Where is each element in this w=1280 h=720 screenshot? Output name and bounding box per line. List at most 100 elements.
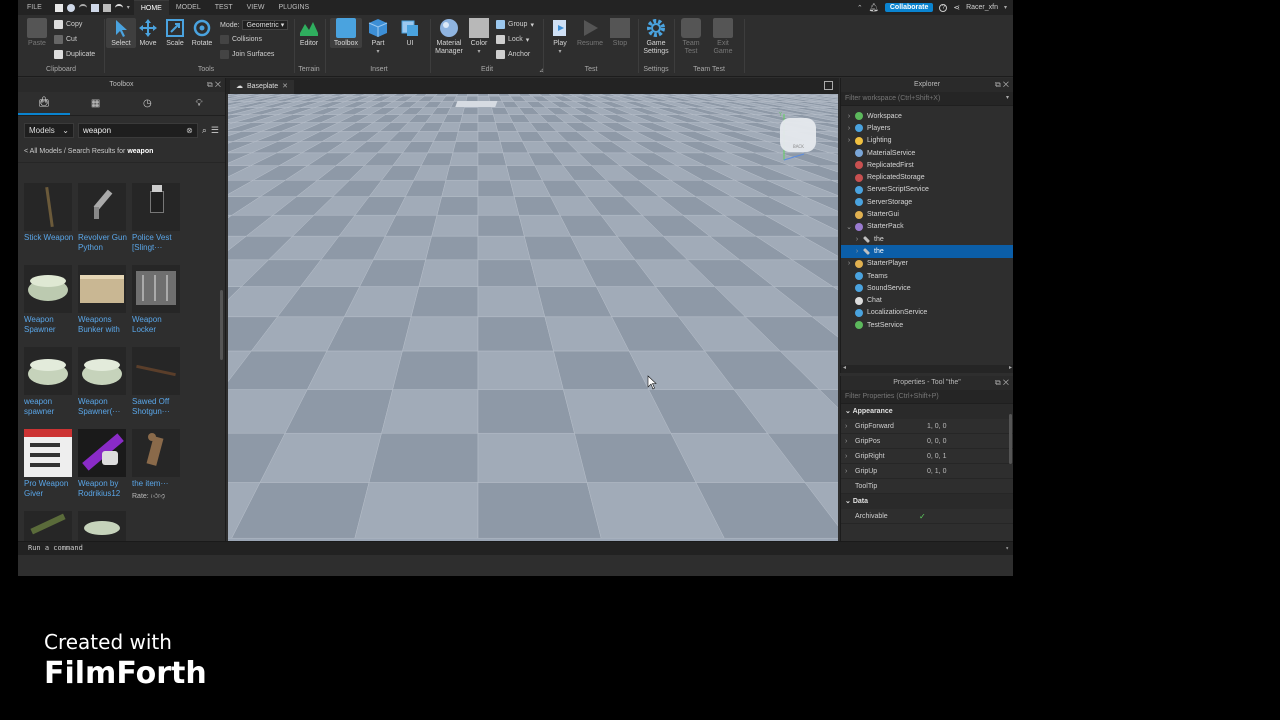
scale-button[interactable]: Scale (160, 18, 190, 48)
filter-icon[interactable]: ☰ (211, 125, 219, 136)
close-icon[interactable]: ✕ (1003, 378, 1009, 387)
property-value[interactable]: 0, 0, 0 (927, 438, 1013, 445)
tab-home[interactable]: HOME (133, 0, 169, 15)
explorer-item[interactable]: › Workspace (841, 110, 1013, 122)
play-button[interactable]: Play ▾ (545, 18, 575, 56)
undock-icon[interactable]: ⧉ (207, 80, 213, 89)
toolbox-scrollbar[interactable] (220, 290, 223, 360)
collaborate-button[interactable]: Collaborate (884, 3, 934, 12)
explorer-item[interactable]: › Lighting (841, 135, 1013, 147)
model-item[interactable]: Weapons Bunker with (78, 265, 130, 345)
search-input[interactable]: weapon ⊗ (78, 122, 198, 138)
chevron-right-icon[interactable]: › (845, 125, 853, 132)
chevron-right-icon[interactable]: › (845, 113, 853, 120)
mode-dropdown[interactable]: Geometric ▾ (242, 20, 289, 30)
close-icon[interactable]: ✕ (215, 80, 221, 89)
model-item[interactable]: Police Vest [Slingt··· (132, 183, 184, 263)
rotate-button[interactable]: Rotate (187, 18, 217, 48)
explorer-item[interactable]: MaterialService (841, 147, 1013, 159)
share-icon[interactable]: ⋖ (953, 3, 960, 12)
explorer-item[interactable]: Chat (841, 294, 1013, 306)
undock-icon[interactable]: ⧉ (995, 378, 1001, 387)
property-value[interactable]: 0, 1, 0 (927, 468, 1013, 475)
undo-dropdown-icon[interactable]: ▾ (127, 4, 130, 11)
select-button[interactable]: Select (106, 18, 136, 48)
mode-selector[interactable]: Mode: Geometric ▾ (220, 20, 289, 30)
model-item[interactable]: Stick Weapon (24, 183, 76, 263)
explorer-item[interactable]: ReplicatedFirst (841, 159, 1013, 171)
chevron-right-icon[interactable]: › (841, 468, 849, 475)
explorer-item[interactable]: › StarterPlayer (841, 258, 1013, 270)
publish-icon[interactable] (66, 3, 75, 12)
spawn-location[interactable] (455, 101, 498, 107)
explorer-item[interactable]: SoundService (841, 282, 1013, 294)
lock-button[interactable]: Lock ▾ (496, 35, 529, 44)
play-dropdown-icon[interactable]: ▾ (545, 48, 575, 56)
filter-dropdown-icon[interactable]: ▾ (1006, 94, 1009, 101)
notification-bell-icon[interactable]: 🔔︎ (869, 3, 879, 12)
scroll-right-icon[interactable]: ▸ (1009, 364, 1012, 371)
model-item[interactable]: Pro Weapon Giver (24, 429, 76, 509)
model-item[interactable]: Weapon Locker (132, 265, 184, 345)
properties-scrollbar[interactable] (1009, 414, 1012, 464)
close-tab-icon[interactable]: ✕ (282, 80, 288, 94)
property-row[interactable]: › GripForward 1, 0, 0 (841, 419, 1013, 434)
tab-marketplace[interactable]: 👜︎ (18, 92, 70, 115)
3d-viewport[interactable]: BACK Y (228, 94, 838, 541)
cut-button[interactable]: Cut (54, 35, 77, 44)
clear-search-icon[interactable]: ⊗ (186, 126, 193, 135)
tab-creations[interactable]: 💡︎ (173, 92, 225, 115)
model-item[interactable]: weapon spawner (24, 347, 76, 427)
username[interactable]: Racer_xfn (966, 4, 998, 11)
properties-filter-input[interactable]: Filter Properties (Ctrl+Shift+P) (841, 390, 1013, 404)
copy-button[interactable]: Copy (54, 20, 82, 29)
anchor-button[interactable]: Anchor (496, 50, 530, 59)
collapse-ribbon-icon[interactable]: ⌃ (857, 4, 863, 12)
color-button[interactable]: Color ▾ (464, 18, 494, 56)
close-icon[interactable]: ✕ (1003, 80, 1009, 89)
thumbs-up-icon[interactable]: 👍︎ (151, 493, 158, 500)
move-button[interactable]: Move (133, 18, 163, 48)
tab-baseplate[interactable]: ☁ Baseplate ✕ (230, 80, 295, 94)
tab-view[interactable]: VIEW (240, 0, 272, 15)
tab-test[interactable]: TEST (208, 0, 240, 15)
undock-icon[interactable]: ⧉ (995, 80, 1001, 89)
explorer-item[interactable]: ReplicatedStorage (841, 171, 1013, 183)
explorer-item[interactable]: › the (841, 233, 1013, 245)
tab-model[interactable]: MODEL (169, 0, 208, 15)
paste-button[interactable]: Paste (22, 18, 52, 48)
explorer-item[interactable]: TestService (841, 319, 1013, 331)
property-value[interactable]: 0, 0, 1 (927, 453, 1013, 460)
appearance-section[interactable]: ⌄ Appearance (841, 404, 1013, 419)
ui-button[interactable]: UI (395, 18, 425, 48)
toolbox-button[interactable]: Toolbox (330, 18, 362, 48)
exit-game-button[interactable]: Exit Game (708, 18, 738, 56)
chevron-right-icon[interactable]: › (841, 423, 849, 430)
game-settings-button[interactable]: Game Settings (640, 18, 672, 56)
part-dropdown-icon[interactable]: ▾ (363, 48, 393, 56)
tab-inventory[interactable]: ▦ (70, 92, 122, 115)
group-button[interactable]: Group ▾ (496, 20, 534, 29)
chevron-right-icon[interactable]: › (841, 438, 849, 445)
explorer-item[interactable]: › Players (841, 122, 1013, 134)
terrain-editor-button[interactable]: Editor (294, 18, 324, 48)
category-dropdown[interactable]: Models ⌄ (24, 122, 74, 138)
search-icon[interactable]: ⌕ (202, 125, 207, 136)
explorer-item[interactable]: › the (841, 245, 1013, 258)
join-surfaces-toggle[interactable]: Join Surfaces (220, 50, 274, 59)
thumbs-down-icon[interactable]: 👎︎ (158, 493, 165, 500)
property-row-archivable[interactable]: Archivable ✓ (841, 509, 1013, 524)
property-row[interactable]: › GripPos 0, 0, 0 (841, 434, 1013, 449)
chevron-right-icon[interactable]: › (845, 137, 853, 144)
tab-plugins[interactable]: PLUGINS (272, 0, 317, 15)
data-section[interactable]: ⌄ Data (841, 494, 1013, 509)
chevron-right-icon[interactable]: › (841, 453, 849, 460)
tab-recent[interactable]: ◷ (122, 92, 174, 115)
explorer-item[interactable]: StarterGui (841, 208, 1013, 220)
save-icon[interactable] (102, 3, 111, 12)
explorer-hscrollbar[interactable]: ◂ ▸ (841, 365, 1013, 373)
model-item[interactable]: Revolver Gun Python (78, 183, 130, 263)
model-item[interactable] (78, 511, 130, 541)
resume-button[interactable]: Resume (575, 18, 605, 48)
explorer-item[interactable]: ⌄ StarterPack (841, 221, 1013, 233)
